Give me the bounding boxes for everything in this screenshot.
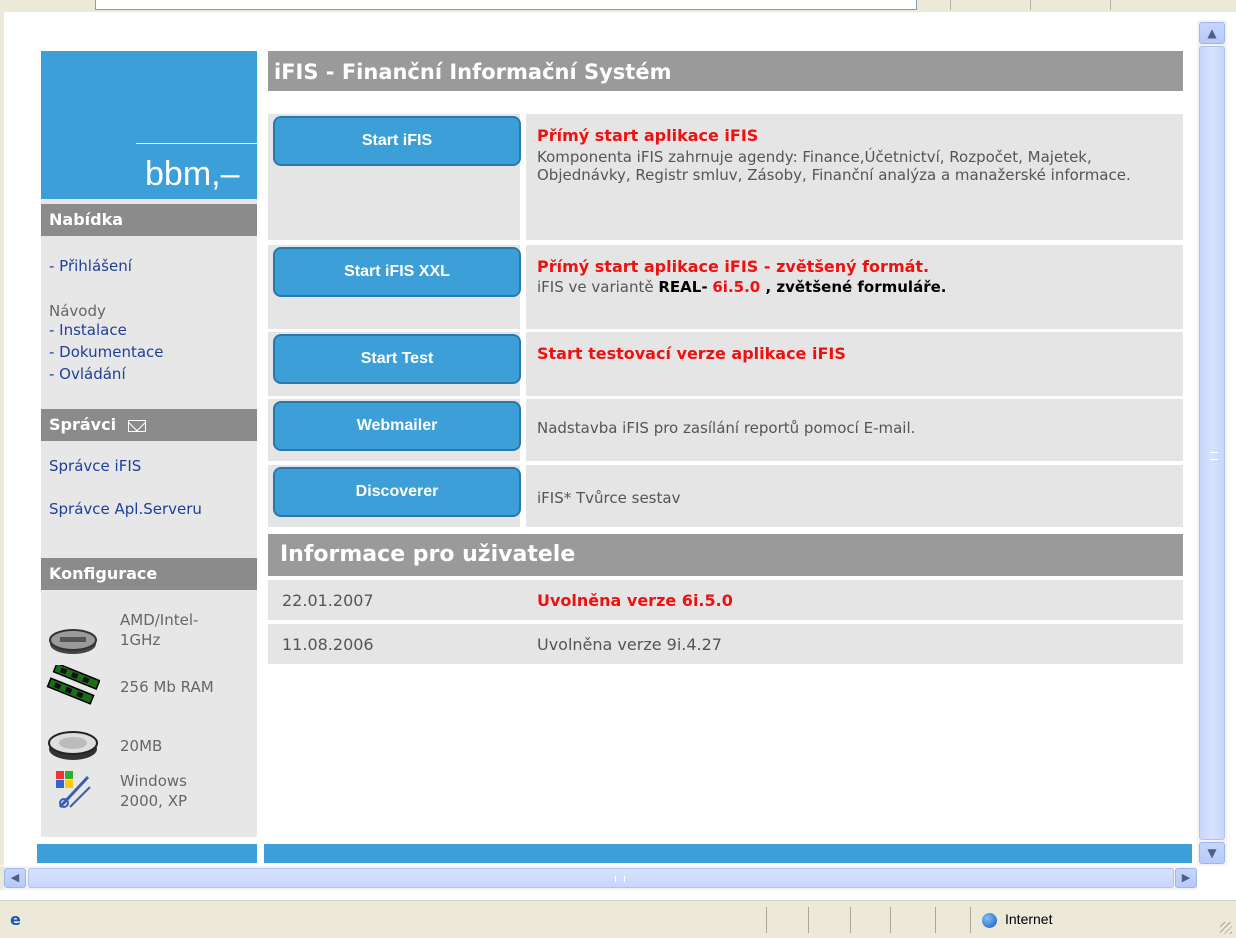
config-label-os: Windows 2000, XP <box>120 772 188 810</box>
status-pane-divider <box>766 907 767 933</box>
admin-link-ifis[interactable]: Správce iFIS <box>49 457 141 475</box>
info-row: 22.01.2007 Uvolněna verze 6i.5.0 <box>268 580 1183 620</box>
info-heading: Informace pro uživatele <box>268 534 1183 576</box>
info-date: 11.08.2006 <box>282 635 374 654</box>
action-row-desc: Přímý start aplikace iFIS Komponenta iFI… <box>526 114 1183 240</box>
discoverer-button[interactable]: Discoverer <box>273 467 521 517</box>
action-row-left: Start Test <box>268 332 521 396</box>
guides-label: Návody <box>49 302 106 320</box>
info-row: 11.08.2006 Uvolněna verze 9i.4.27 <box>268 624 1183 664</box>
action-row-left: Start iFIS <box>268 114 521 240</box>
logo-box: bbm,– <box>41 51 257 199</box>
info-date: 22.01.2007 <box>282 591 374 610</box>
start-test-button[interactable]: Start Test <box>273 334 521 384</box>
footer-bar-left <box>37 844 257 863</box>
config-label-ram: 256 Mb RAM <box>120 678 214 696</box>
xxl-text-real: REAL- <box>658 278 708 296</box>
status-pane-divider <box>935 907 936 933</box>
start-ifis-button[interactable]: Start iFIS <box>273 116 521 166</box>
start-ifis-title: Přímý start aplikace iFIS <box>537 126 759 145</box>
status-bar: e Internet <box>0 900 1236 938</box>
login-link[interactable]: - Přihlášení <box>49 257 132 275</box>
guide-link-controls[interactable]: - Ovládání <box>49 365 126 383</box>
start-ifis-text: Komponenta iFIS zahrnuje agendy: Finance… <box>537 148 1131 184</box>
vertical-scrollbar[interactable]: ▲ ▼ <box>1197 20 1227 866</box>
logo-rule <box>136 143 257 144</box>
vertical-scroll-thumb[interactable] <box>1199 46 1225 840</box>
ram-icon <box>46 665 100 705</box>
admins-heading: Správci <box>41 409 257 441</box>
internet-zone-icon <box>982 913 997 928</box>
logo: bbm,– <box>145 155 240 193</box>
sidebar: bbm,– Nabídka - Přihlášení Návody - Inst… <box>41 51 257 837</box>
action-row-desc: Přímý start aplikace iFIS - zvětšený for… <box>526 245 1183 329</box>
start-ifis-xxl-button[interactable]: Start iFIS XXL <box>273 247 521 297</box>
guide-link-installation[interactable]: - Instalace <box>49 321 127 339</box>
guide-link-documentation[interactable]: - Dokumentace <box>49 343 164 361</box>
scroll-left-button[interactable]: ◀ <box>4 868 26 888</box>
status-pane-divider <box>850 907 851 933</box>
resize-grip[interactable] <box>1220 922 1232 934</box>
address-bar[interactable] <box>95 0 917 10</box>
scroll-down-button[interactable]: ▼ <box>1199 842 1225 864</box>
start-ifis-xxl-text: iFIS ve variantě REAL- 6i.5.0 , zvětšené… <box>537 278 1177 296</box>
page-icon: e <box>10 910 21 929</box>
page-viewport: bbm,– Nabídka - Přihlášení Návody - Inst… <box>0 12 1197 865</box>
security-zone: Internet <box>1005 911 1053 927</box>
status-pane-divider <box>970 907 971 933</box>
action-row-left: Webmailer <box>268 399 521 461</box>
footer-bar-right <box>264 844 1192 863</box>
admins-heading-label: Správci <box>49 415 117 434</box>
start-ifis-xxl-title: Přímý start aplikace iFIS - zvětšený for… <box>537 257 930 276</box>
info-text: Uvolněna verze 9i.4.27 <box>537 635 722 654</box>
config-label-cpu: AMD/Intel- 1GHz <box>120 611 199 649</box>
action-row-left: Start iFIS XXL <box>268 245 521 329</box>
xxl-text-prefix: iFIS ve variantě <box>537 278 659 296</box>
windows-icon <box>56 771 91 809</box>
horizontal-scroll-thumb[interactable] <box>28 868 1174 888</box>
toolbar-separator <box>1110 0 1111 10</box>
webmailer-button[interactable]: Webmailer <box>273 401 521 451</box>
mail-icon <box>127 419 146 432</box>
toolbar-separator <box>950 0 951 10</box>
config-label-disk: 20MB <box>120 737 163 755</box>
action-row-desc: Nadstavba iFIS pro zasílání reportů pomo… <box>526 399 1183 461</box>
admin-link-app-server[interactable]: Správce Apl.Serveru <box>49 500 202 518</box>
webmailer-text: Nadstavba iFIS pro zasílání reportů pomo… <box>537 419 916 437</box>
config-heading: Konfigurace <box>41 558 257 590</box>
action-row-desc: iFIS* Tvůrce sestav <box>526 465 1183 527</box>
scroll-up-button[interactable]: ▲ <box>1199 22 1225 44</box>
cpu-icon <box>49 629 97 654</box>
action-row-desc: Start testovací verze aplikace iFIS <box>526 332 1183 396</box>
thumb-grip <box>615 876 625 882</box>
disk-icon <box>48 731 98 760</box>
horizontal-scrollbar[interactable]: ◀ ▶ <box>0 866 1197 890</box>
scroll-right-button[interactable]: ▶ <box>1175 868 1197 888</box>
status-pane-divider <box>808 907 809 933</box>
thumb-grip <box>1210 452 1218 460</box>
status-pane-divider <box>890 907 891 933</box>
info-text: Uvolněna verze 6i.5.0 <box>537 591 733 610</box>
page-title: iFIS - Finanční Informační Systém <box>268 51 1183 91</box>
xxl-text-suffix: , zvětšené formuláře. <box>760 278 947 296</box>
action-row-left: Discoverer <box>268 465 521 527</box>
browser-toolbar-edge <box>0 0 1236 12</box>
discoverer-text: iFIS* Tvůrce sestav <box>537 489 681 507</box>
start-test-title: Start testovací verze aplikace iFIS <box>537 344 846 363</box>
xxl-text-version: 6i.5.0 <box>712 278 761 296</box>
menu-heading: Nabídka <box>41 204 257 236</box>
toolbar-separator <box>1030 0 1031 10</box>
